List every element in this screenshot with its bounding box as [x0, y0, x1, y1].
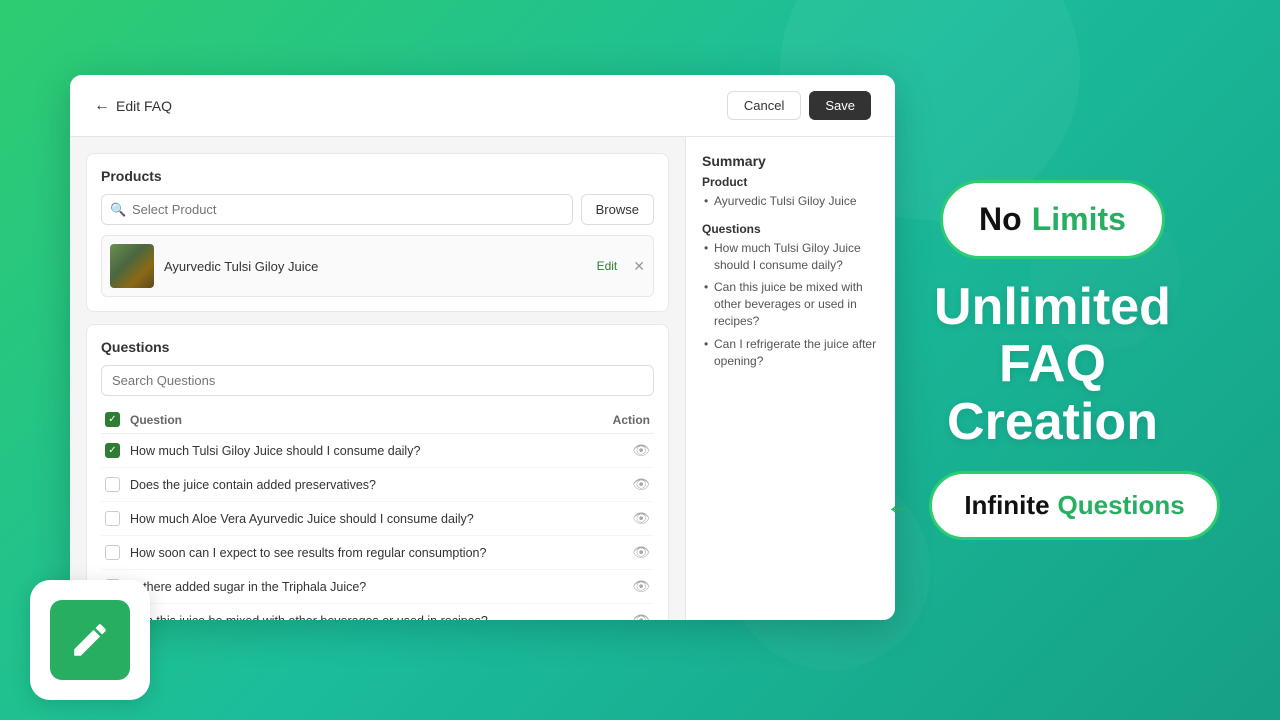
- arrow-left-icon: ←: [885, 489, 913, 521]
- header: ← Edit FAQ Cancel Save: [70, 75, 895, 137]
- question-text: Does the juice contain added preservativ…: [130, 478, 632, 492]
- table-row: How much Aloe Vera Ayurvedic Juice shoul…: [101, 502, 654, 536]
- page-title: Edit FAQ: [116, 98, 172, 114]
- product-search-row: 🔍 Browse: [101, 194, 654, 225]
- questions-table-header: ✓ Question Action: [101, 406, 654, 434]
- eye-icon[interactable]: 👁: [632, 544, 650, 561]
- edit-icon-box: [30, 580, 150, 700]
- products-title: Products: [101, 168, 654, 184]
- product-image-inner: [110, 244, 154, 288]
- product-name: Ayurvedic Tulsi Giloy Juice: [164, 259, 587, 274]
- questions-table: ✓ Question Action How much Tulsi Giloy J…: [101, 406, 654, 620]
- left-panel: Products 🔍 Browse Ayurvedic Tulsi Giloy …: [70, 137, 685, 620]
- action-col-header: Action: [613, 413, 650, 427]
- table-row: How soon can I expect to see results fro…: [101, 536, 654, 570]
- unlimited-line2: FAQ: [934, 336, 1171, 393]
- unlimited-text: Unlimited FAQ Creation: [934, 279, 1171, 451]
- eye-icon[interactable]: 👁: [632, 612, 650, 620]
- back-arrow-icon: ←: [94, 97, 110, 115]
- product-edit-link[interactable]: Edit: [597, 259, 618, 273]
- unlimited-line1: Unlimited: [934, 279, 1171, 336]
- table-row: Is there added sugar in the Triphala Jui…: [101, 570, 654, 604]
- question-checkbox[interactable]: [105, 511, 120, 526]
- unlimited-line3: Creation: [934, 394, 1171, 451]
- questions-search-input[interactable]: [101, 365, 654, 396]
- products-section: Products 🔍 Browse Ayurvedic Tulsi Giloy …: [86, 153, 669, 312]
- product-search-wrap: 🔍: [101, 194, 573, 225]
- product-item: Ayurvedic Tulsi Giloy Juice Edit ✕: [101, 235, 654, 297]
- eye-icon[interactable]: 👁: [632, 442, 650, 459]
- product-remove-icon[interactable]: ✕: [633, 258, 645, 275]
- question-text: How soon can I expect to see results fro…: [130, 546, 632, 560]
- question-text: Can this juice be mixed with other bever…: [130, 614, 632, 621]
- limits-label: Limits: [1032, 201, 1126, 238]
- questions-promo-label: Questions: [1058, 490, 1185, 521]
- question-col-header: Question: [130, 413, 613, 427]
- browse-button[interactable]: Browse: [581, 194, 654, 225]
- infinite-label: Infinite: [964, 490, 1049, 521]
- questions-rows-container: How much Tulsi Giloy Juice should I cons…: [101, 434, 654, 620]
- table-row: How much Tulsi Giloy Juice should I cons…: [101, 434, 654, 468]
- table-row: Can this juice be mixed with other bever…: [101, 604, 654, 620]
- promo-area: No Limits Unlimited FAQ Creation ← Infin…: [825, 0, 1280, 720]
- header-checkbox[interactable]: ✓: [105, 412, 120, 427]
- cancel-button[interactable]: Cancel: [727, 91, 801, 120]
- questions-section: Questions ✓ Question Action How much Tul…: [86, 324, 669, 620]
- question-text: How much Aloe Vera Ayurvedic Juice shoul…: [130, 512, 632, 526]
- table-row: Does the juice contain added preservativ…: [101, 468, 654, 502]
- content-area: Products 🔍 Browse Ayurvedic Tulsi Giloy …: [70, 137, 895, 620]
- product-search-input[interactable]: [101, 194, 573, 225]
- main-panel: ← Edit FAQ Cancel Save Products 🔍 Browse: [70, 75, 895, 620]
- product-image: [110, 244, 154, 288]
- eye-icon[interactable]: 👁: [632, 510, 650, 527]
- question-checkbox[interactable]: [105, 545, 120, 560]
- edit-pencil-icon: [69, 619, 111, 661]
- question-text: Is there added sugar in the Triphala Jui…: [130, 580, 632, 594]
- edit-icon-inner: [50, 600, 130, 680]
- no-label: No: [979, 201, 1022, 238]
- questions-title: Questions: [101, 339, 654, 355]
- no-limits-badge: No Limits: [940, 180, 1165, 259]
- infinite-row: ← Infinite Questions: [885, 471, 1219, 540]
- back-link[interactable]: ← Edit FAQ: [94, 97, 172, 115]
- infinite-badge: Infinite Questions: [929, 471, 1219, 540]
- search-icon: 🔍: [110, 202, 126, 218]
- question-checkbox[interactable]: [105, 477, 120, 492]
- eye-icon[interactable]: 👁: [632, 578, 650, 595]
- question-checkbox[interactable]: [105, 443, 120, 458]
- question-text: How much Tulsi Giloy Juice should I cons…: [130, 444, 632, 458]
- eye-icon[interactable]: 👁: [632, 476, 650, 493]
